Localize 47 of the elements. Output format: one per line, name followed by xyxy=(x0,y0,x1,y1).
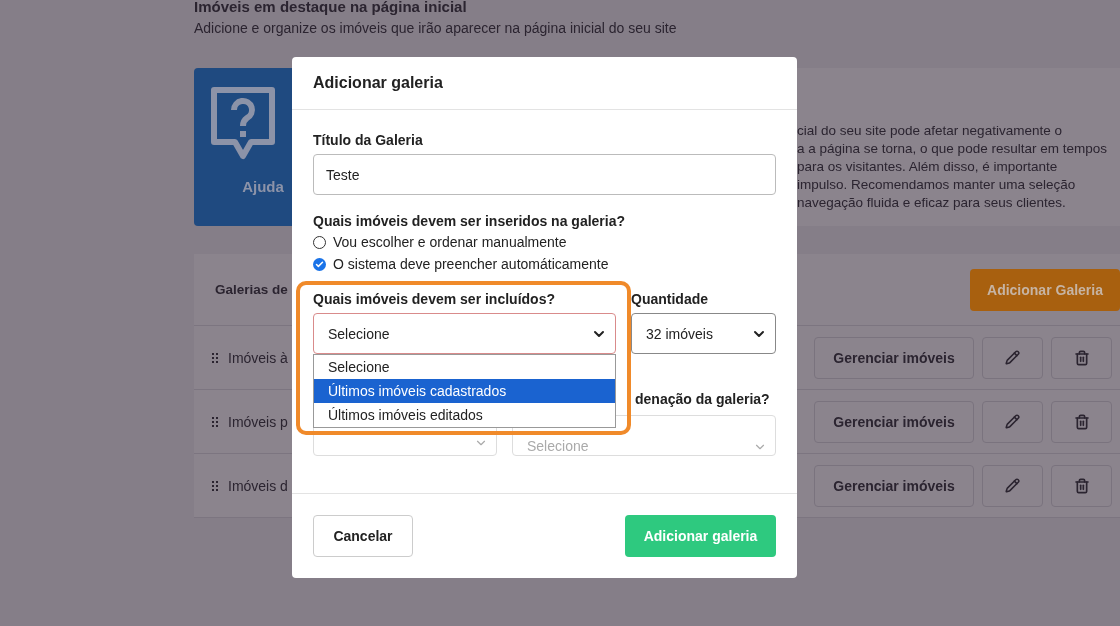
field-label: Quais imóveis devem ser inseridos na galeria? xyxy=(313,213,627,229)
trash-icon xyxy=(1073,349,1090,366)
manage-button[interactable]: Gerenciar imóveis xyxy=(814,336,974,379)
pencil-icon xyxy=(1005,478,1020,493)
drag-handle-icon[interactable] xyxy=(212,480,218,491)
dropdown-option[interactable]: Últimos imóveis cadastrados xyxy=(314,379,615,403)
pencil-icon xyxy=(1005,414,1020,429)
radio-label: Vou escolher e ordenar manualmente xyxy=(333,234,567,250)
include-select[interactable]: Selecione xyxy=(313,313,616,354)
page-title: Imóveis em destaque na página inicial xyxy=(194,0,468,14)
gallery-name: Imóveis p xyxy=(228,413,288,430)
help-text-line: para os visitantes. Além disso, é importante xyxy=(797,158,1059,176)
pencil-icon xyxy=(1005,350,1020,365)
help-text-line: navegação fluida e eficaz para seus clientes. xyxy=(797,194,1067,212)
manage-button[interactable]: Gerenciar imóveis xyxy=(814,464,974,507)
drag-handle-icon[interactable] xyxy=(212,352,218,363)
gallery-name: Imóveis à xyxy=(228,349,288,366)
cancel-button[interactable]: Cancelar xyxy=(313,515,413,557)
edit-button[interactable] xyxy=(982,464,1043,507)
edit-button[interactable] xyxy=(982,400,1043,443)
delete-button[interactable] xyxy=(1051,336,1112,379)
field-label: Título da Galeria xyxy=(313,132,424,148)
help-text-line: cial do seu site pode afetar negativamente o xyxy=(797,122,1063,140)
field-label: denação da galeria? xyxy=(634,391,771,409)
radio-button[interactable] xyxy=(313,235,326,249)
delete-button[interactable] xyxy=(1051,400,1112,443)
help-text-line: impulso. Recomendamos manter uma seleção xyxy=(797,176,1077,194)
delete-button[interactable] xyxy=(1051,464,1112,507)
drag-handle-icon[interactable] xyxy=(212,416,218,427)
radio-label: O sistema deve preencher automáticamente xyxy=(333,256,609,272)
help-text-line: a a página se torna, o que pode resultar em tempos xyxy=(797,140,1108,158)
help-label: Ajuda xyxy=(242,178,284,195)
radio-button[interactable] xyxy=(313,257,326,271)
manage-button[interactable]: Gerenciar imóveis xyxy=(814,400,974,443)
modal-title: Adicionar galeria xyxy=(313,74,443,92)
page-subtitle: Adicione e organize os imóveis que irão aparecer na página inicial do seu site xyxy=(194,20,678,36)
trash-icon xyxy=(1073,477,1090,494)
help-tile[interactable]: Ajuda xyxy=(194,68,292,226)
field-label: Quantidade xyxy=(631,291,709,307)
trash-icon xyxy=(1073,413,1090,430)
panel-title: Galerias de xyxy=(215,282,288,297)
order-placeholder: Selecione xyxy=(527,438,589,454)
quantity-select[interactable]: 32 imóveis xyxy=(631,313,776,354)
gallery-name: Imóveis d xyxy=(228,477,288,494)
field-label: Quais imóveis devem ser incluídos? xyxy=(313,291,556,307)
edit-button[interactable] xyxy=(982,336,1043,379)
title-input[interactable]: Teste xyxy=(313,154,776,195)
